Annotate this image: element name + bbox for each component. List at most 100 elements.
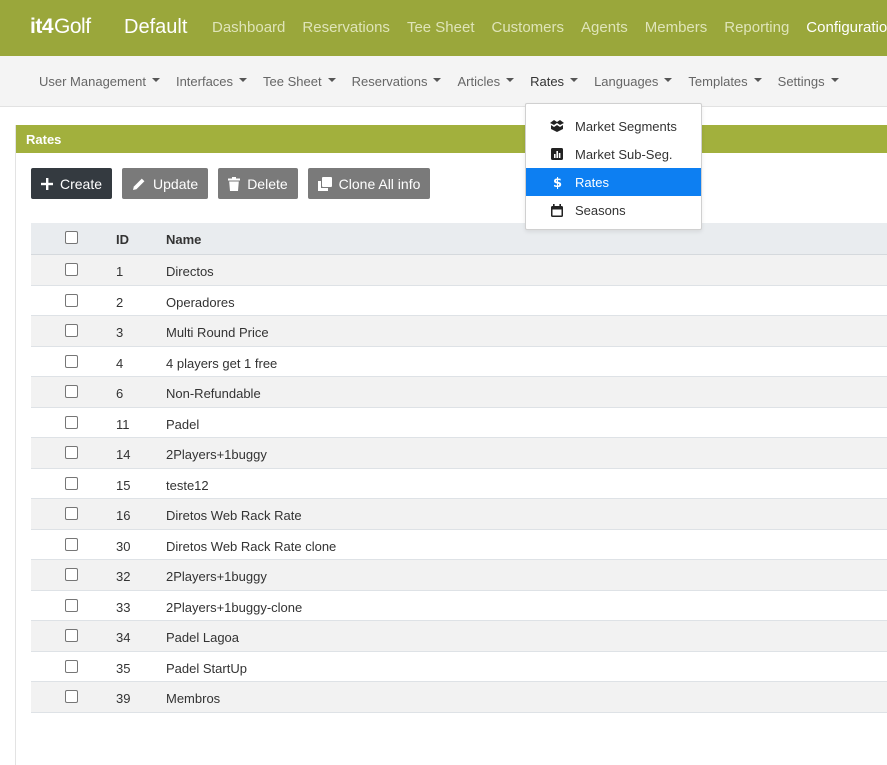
row-checkbox[interactable] [65, 476, 78, 490]
rates-table: ID Name 1 Directos 2 Operadores 3 Multi Round… [31, 223, 887, 713]
table-row[interactable]: 4 4 players get 1 free [31, 346, 887, 377]
table-row[interactable]: 1 Directos [31, 255, 887, 286]
subnav-label: Articles [457, 74, 501, 89]
subnav-item-interfaces[interactable]: Interfaces [176, 74, 248, 89]
cell-name: 2Players+1buggy [166, 569, 267, 584]
cell-name: Operadores [166, 294, 235, 310]
subnav-label: Languages [594, 74, 659, 89]
nav-item-dashboard[interactable]: Dashboard [212, 19, 285, 36]
subnav-item-rates[interactable]: Rates [530, 74, 579, 89]
table-row[interactable]: 39 Membros [31, 682, 887, 713]
dropdown-item-rates[interactable]: $ Rates [526, 168, 701, 196]
pencil-icon [132, 177, 146, 191]
row-checkbox[interactable] [65, 324, 78, 337]
subnav-item-user-management[interactable]: User Management [39, 74, 160, 89]
cell-id: 3 [116, 325, 124, 340]
subnav-item-languages[interactable]: Languages [594, 74, 673, 89]
cell-name: 2Players+1buggy [166, 447, 267, 462]
top-navbar: it4 Golf Default Dashboard Reservations Te… [0, 0, 887, 56]
cell-id: 16 [116, 508, 131, 523]
caret-down-icon [239, 77, 248, 82]
column-header-name[interactable]: Name [166, 232, 201, 247]
column-header-id[interactable]: ID [116, 232, 129, 247]
caret-down-icon [433, 77, 442, 82]
row-checkbox[interactable] [65, 690, 78, 703]
row-checkbox[interactable] [65, 537, 78, 551]
cell-id: 11 [116, 416, 130, 432]
dropdown-item-market-segments[interactable]: Market Segments [526, 112, 701, 140]
caret-down-icon [570, 77, 579, 82]
table-row[interactable]: 32 2Players+1buggy [31, 560, 887, 591]
nav-item-tee-sheet[interactable]: Tee Sheet [407, 19, 475, 36]
brand-name[interactable]: Default [124, 16, 187, 39]
subnav-item-articles[interactable]: Articles [457, 74, 515, 89]
dropdown-item-label: Market Sub-Seg. [575, 146, 673, 162]
cell-name: Non-Refundable [166, 386, 261, 401]
table-row[interactable]: 34 Padel Lagoa [31, 621, 887, 652]
cell-name: 2Players+1buggy-clone [166, 599, 303, 615]
table-row[interactable]: 16 Diretos Web Rack Rate [31, 499, 887, 530]
table-row[interactable]: 11 Padel [31, 407, 887, 438]
subnav-label: Rates [530, 74, 565, 89]
caret-down-icon [664, 77, 673, 82]
table-row[interactable]: 6 Non-Refundable [31, 377, 887, 408]
table-row[interactable]: 30 Diretos Web Rack Rate clone [31, 529, 887, 560]
update-button[interactable]: Update [122, 168, 209, 199]
rates-card: Rates Create Update Delete Clone All inf… [15, 125, 887, 765]
clone-all-button[interactable]: Clone All info [307, 168, 431, 199]
nav-item-reservations[interactable]: Reservations [302, 19, 390, 36]
card-title: Rates [26, 132, 62, 147]
nav-item-customers[interactable]: Customers [492, 19, 565, 36]
cell-id: 33 [116, 599, 131, 615]
toolbar: Create Update Delete Clone All info [31, 168, 440, 199]
subnav-item-settings[interactable]: Settings [778, 74, 839, 89]
nav-item-members[interactable]: Members [645, 19, 708, 36]
create-button[interactable]: Create [31, 168, 113, 199]
table-row[interactable]: 35 Padel StartUp [31, 651, 887, 682]
row-checkbox[interactable] [65, 507, 78, 520]
sub-navbar: User Management Interfaces Tee Sheet Reserv… [0, 56, 887, 107]
row-checkbox[interactable] [65, 415, 78, 429]
brand-logo[interactable]: it4 Golf [30, 15, 91, 43]
delete-button[interactable]: Delete [218, 168, 298, 199]
dropdown-item-seasons[interactable]: Seasons [526, 196, 701, 224]
row-checkbox[interactable] [65, 629, 78, 642]
cell-name: Multi Round Price [166, 325, 269, 340]
table-row[interactable]: 15 teste12 [31, 468, 887, 499]
table-row[interactable]: 3 Multi Round Price [31, 316, 887, 347]
table-row[interactable]: 14 2Players+1buggy [31, 438, 887, 469]
row-checkbox[interactable] [65, 293, 78, 307]
table-header-row: ID Name [31, 223, 887, 255]
row-checkbox[interactable] [65, 385, 78, 398]
dropdown-item-market-sub-seg[interactable]: Market Sub-Seg. [526, 140, 701, 168]
dropdown-item-label: Rates [575, 174, 609, 190]
chart-icon [550, 148, 564, 160]
table-row[interactable]: 2 Operadores [31, 285, 887, 316]
subnav-item-reservations[interactable]: Reservations [352, 74, 442, 89]
boxes-icon [550, 120, 564, 132]
cell-name: Padel [166, 416, 200, 432]
cell-id: 32 [116, 569, 131, 584]
select-all-checkbox[interactable] [65, 231, 78, 244]
main-nav: Dashboard Reservations Tee Sheet Customers A… [212, 19, 887, 36]
row-checkbox[interactable] [65, 263, 78, 276]
subnav-item-templates[interactable]: Templates [688, 74, 762, 89]
clone-label: Clone All info [338, 175, 421, 192]
cell-name: 4 players get 1 free [166, 355, 278, 371]
row-checkbox[interactable] [65, 659, 78, 673]
nav-item-agents[interactable]: Agents [581, 19, 628, 36]
row-checkbox[interactable] [65, 568, 78, 581]
logo-golf-text: Golf [54, 15, 91, 38]
row-checkbox[interactable] [65, 354, 78, 368]
subnav-label: Reservations [351, 74, 428, 89]
row-checkbox[interactable] [65, 598, 78, 612]
row-checkbox[interactable] [65, 446, 78, 459]
nav-item-reporting[interactable]: Reporting [724, 19, 789, 36]
svg-text:$: $ [553, 176, 562, 189]
cell-name: Membros [166, 691, 221, 706]
subnav-item-tee-sheet[interactable]: Tee Sheet [263, 74, 336, 89]
table-row[interactable]: 33 2Players+1buggy-clone [31, 590, 887, 621]
cell-id: 14 [116, 447, 131, 462]
cell-id: 6 [116, 386, 124, 401]
nav-item-configuration[interactable]: Configuration [806, 19, 887, 36]
